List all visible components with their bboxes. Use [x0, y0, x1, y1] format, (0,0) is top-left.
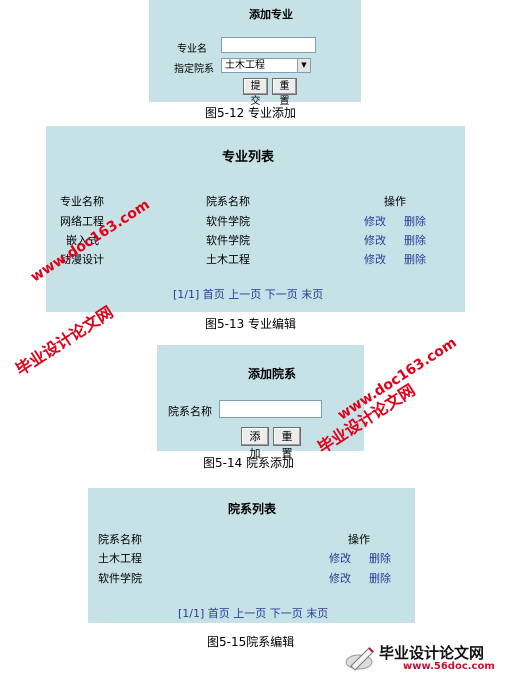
add-major-panel: 添加专业 专业名 指定院系 土木工程 ▼ 提交 重置: [149, 0, 361, 107]
table-row-dept-name: 软件学院: [206, 234, 250, 247]
delete-link[interactable]: 删除: [404, 232, 426, 248]
dept-list-panel: 院系列表 院系名称 操作 土木工程 修改 删除 软件学院 修改 删除 [1/1]…: [88, 488, 415, 623]
figure-caption-5-13: 图5-13 专业编辑: [205, 317, 297, 331]
dept-list-title: 院系列表: [228, 502, 277, 516]
pager-last-link[interactable]: 末页: [301, 288, 323, 301]
delete-link[interactable]: 删除: [404, 251, 426, 267]
pager-prev-link[interactable]: 上一页: [228, 288, 261, 301]
delete-link[interactable]: 删除: [369, 570, 391, 586]
pager-info: [1/1]: [173, 288, 200, 301]
site-logo-title: 毕业设计论文网: [379, 644, 485, 662]
add-button[interactable]: 添加: [241, 427, 269, 460]
reset-button[interactable]: 重置: [272, 78, 297, 107]
edit-link[interactable]: 修改: [364, 213, 386, 229]
edit-link[interactable]: 修改: [364, 251, 386, 267]
figure-caption-5-15: 图5-15院系编辑: [207, 635, 295, 649]
pager: [1/1] 首页 上一页 下一页 末页: [173, 286, 323, 302]
add-major-title: 添加专业: [249, 8, 293, 21]
pager: [1/1] 首页 上一页 下一页 末页: [178, 605, 328, 621]
pager-next-link[interactable]: 下一页: [265, 288, 298, 301]
pager-last-link[interactable]: 末页: [306, 607, 328, 620]
add-dept-title: 添加院系: [248, 367, 297, 381]
col-header-major: 专业名称: [60, 195, 104, 208]
submit-button[interactable]: 提交: [243, 78, 268, 107]
dept-select-label: 指定院系: [174, 64, 214, 75]
edit-link[interactable]: 修改: [364, 232, 386, 248]
table-row-dept-name: 土木工程: [206, 253, 250, 266]
site-logo: 毕业设计论文网 www.56doc.com: [345, 640, 505, 674]
dept-name-label: 院系名称: [168, 405, 212, 418]
dept-select-value: 土木工程: [225, 60, 265, 71]
table-row-dept-name: 软件学院: [206, 215, 250, 228]
pager-prev-link[interactable]: 上一页: [233, 607, 266, 620]
delete-link[interactable]: 删除: [369, 550, 391, 566]
edit-link[interactable]: 修改: [329, 550, 351, 566]
major-name-label: 专业名: [177, 44, 207, 55]
col-header-dept: 院系名称: [98, 533, 142, 546]
edit-link[interactable]: 修改: [329, 570, 351, 586]
pager-first-link[interactable]: 首页: [208, 607, 230, 620]
major-name-input[interactable]: [221, 37, 316, 53]
pager-first-link[interactable]: 首页: [203, 288, 225, 301]
table-row-dept-name: 土木工程: [98, 552, 142, 565]
chevron-down-icon[interactable]: ▼: [297, 59, 310, 72]
table-row-dept-name: 软件学院: [98, 572, 142, 585]
delete-link[interactable]: 删除: [404, 213, 426, 229]
reset-button[interactable]: 重置: [273, 427, 301, 460]
figure-caption-5-12: 图5-12 专业添加: [205, 106, 297, 120]
major-list-title: 专业列表: [222, 150, 275, 165]
dept-name-input[interactable]: [219, 400, 322, 418]
col-header-dept: 院系名称: [206, 195, 250, 208]
col-header-actions: 操作: [384, 195, 406, 208]
dept-select[interactable]: 土木工程 ▼: [221, 58, 311, 73]
pen-icon: [345, 647, 374, 671]
pager-next-link[interactable]: 下一页: [270, 607, 303, 620]
figure-caption-5-14: 图5-14 院系添加: [203, 456, 295, 470]
col-header-actions: 操作: [348, 533, 370, 546]
pager-info: [1/1]: [178, 607, 205, 620]
site-logo-url: www.56doc.com: [403, 661, 495, 672]
